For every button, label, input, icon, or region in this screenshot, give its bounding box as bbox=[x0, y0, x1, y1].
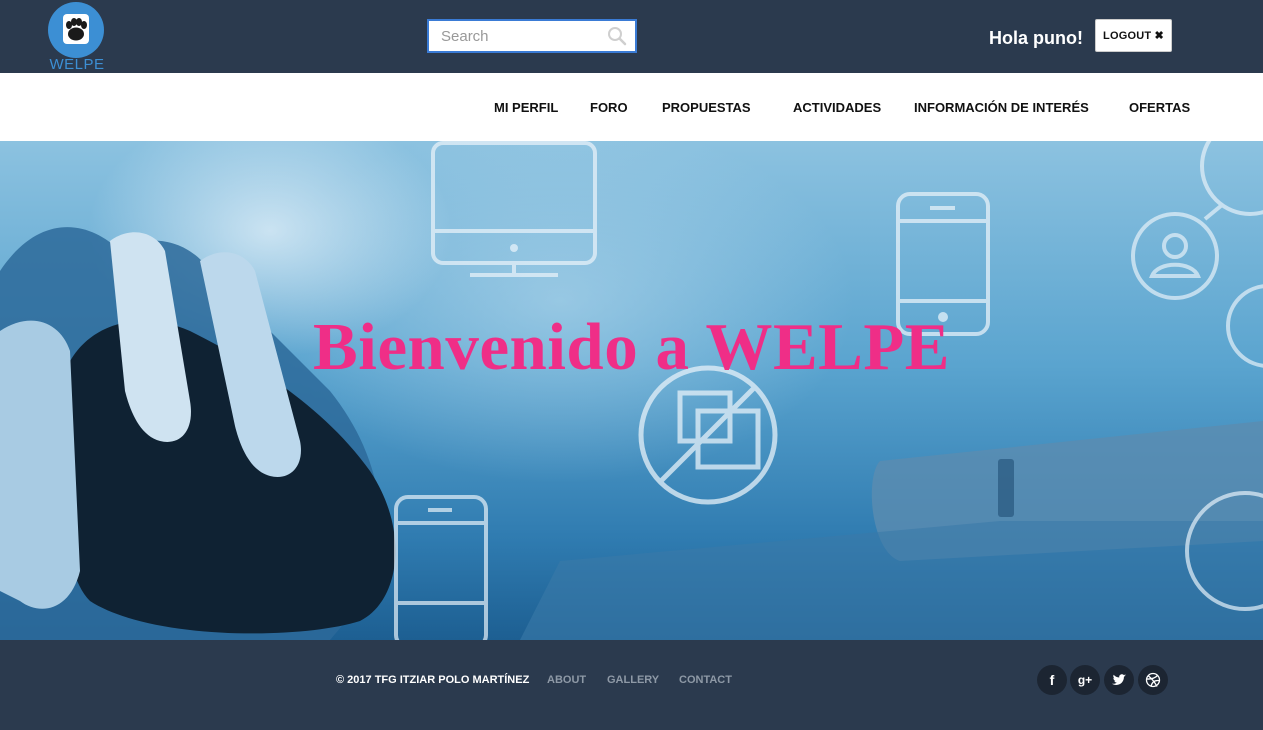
nav-item-mi-perfil[interactable]: MI PERFIL bbox=[494, 100, 558, 115]
search-input[interactable] bbox=[429, 21, 604, 51]
user-greeting: Hola puno! bbox=[989, 28, 1083, 48]
nav-item-ofertas[interactable]: OFERTAS bbox=[1129, 100, 1190, 115]
footer-link-gallery[interactable]: GALLERY bbox=[607, 674, 659, 686]
logo-text: WELPE bbox=[49, 56, 105, 73]
copyright-text: © 2017 TFG ITZIAR POLO MARTÍNEZ bbox=[336, 674, 530, 686]
nav-item-informacion-de-interes[interactable]: INFORMACIÓN DE INTERÉS bbox=[914, 100, 1089, 115]
search-box bbox=[427, 19, 637, 53]
footer-link-about[interactable]: ABOUT bbox=[547, 674, 586, 686]
top-header: WELPE Hola puno! LOGOUT ✖ bbox=[0, 0, 1263, 73]
hero-background-image bbox=[0, 141, 1263, 640]
nav-item-propuestas[interactable]: PROPUESTAS bbox=[662, 100, 751, 115]
paw-icon bbox=[48, 2, 104, 58]
nav-item-foro[interactable]: FORO bbox=[590, 100, 628, 115]
hero-banner: Bienvenido a WELPE bbox=[0, 141, 1263, 640]
logout-button[interactable]: LOGOUT ✖ bbox=[1095, 19, 1172, 52]
footer-link-contact[interactable]: CONTACT bbox=[679, 674, 732, 686]
hero-title: Bienvenido a WELPE bbox=[313, 310, 950, 384]
search-icon[interactable] bbox=[606, 25, 628, 47]
facebook-icon[interactable]: f bbox=[1037, 665, 1067, 695]
main-nav: MI PERFIL FORO PROPUESTAS ACTIVIDADES IN… bbox=[0, 73, 1263, 141]
twitter-icon[interactable] bbox=[1104, 665, 1134, 695]
site-footer: © 2017 TFG ITZIAR POLO MARTÍNEZ ABOUT GA… bbox=[0, 640, 1263, 730]
welpe-logo[interactable]: WELPE bbox=[46, 2, 108, 73]
dribbble-icon[interactable] bbox=[1138, 665, 1168, 695]
google-plus-icon[interactable]: g+ bbox=[1070, 665, 1100, 695]
nav-item-actividades[interactable]: ACTIVIDADES bbox=[793, 100, 881, 115]
